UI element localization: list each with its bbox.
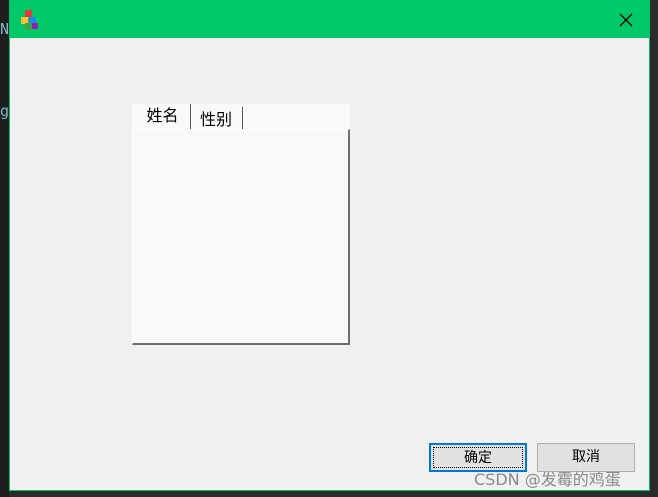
tab-gender[interactable]: 性别 (190, 107, 243, 130)
tab-name[interactable]: 姓名 (134, 104, 191, 129)
dialog-window: 姓名 性别 确定 取消 (9, 0, 650, 491)
tab-control: 姓名 性别 (132, 104, 350, 345)
watermark: CSDN @发霉的鸡蛋 (474, 470, 621, 489)
focus-rectangle (433, 447, 523, 468)
tab-panel (132, 129, 350, 345)
title-bar[interactable] (10, 1, 649, 38)
app-cube-icon (21, 10, 38, 30)
close-icon (619, 13, 633, 26)
cancel-button-label: 取消 (572, 449, 600, 465)
background-editor-strip (0, 0, 9, 497)
background-editor-char: N (0, 20, 10, 38)
close-button[interactable] (603, 1, 649, 38)
background-editor-char: g (0, 102, 10, 120)
